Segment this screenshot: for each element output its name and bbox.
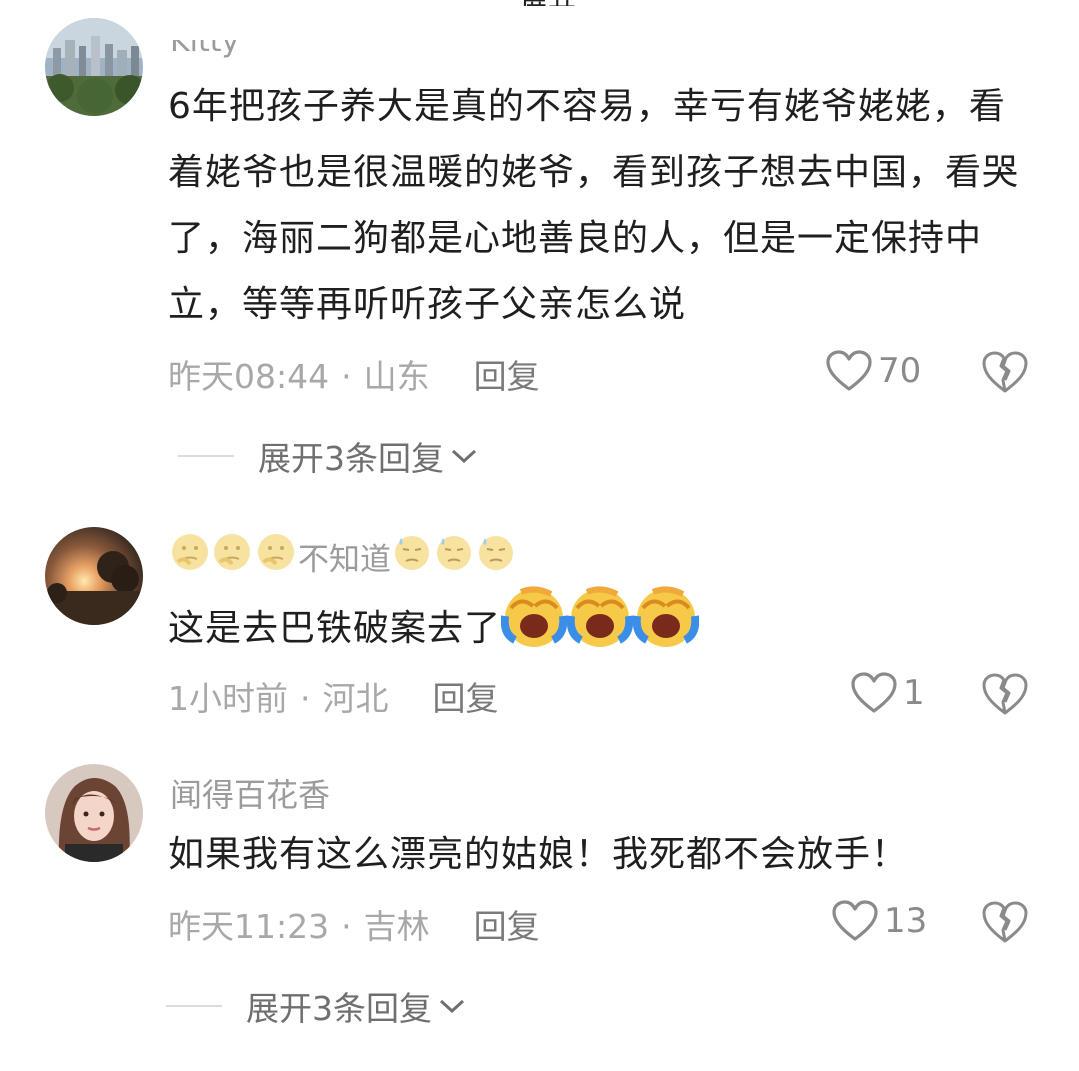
- username-text: 不知道: [298, 541, 391, 578]
- chevron-down-icon: [439, 999, 465, 1014]
- thinking-emoji: [170, 532, 210, 580]
- reply-button[interactable]: 回复: [474, 357, 540, 396]
- reply-button[interactable]: 回复: [433, 679, 499, 718]
- comment-meta: 昨天08:44 · 山东 回复: [168, 350, 540, 398]
- comment-meta: 1小时前 · 河北 回复: [168, 672, 499, 720]
- expand-replies-button[interactable]: 展开3条回复: [178, 432, 478, 480]
- comment-username[interactable]: Kitty: [170, 40, 239, 62]
- comment-text-body: 这是去巴铁破案去了: [168, 608, 502, 649]
- comment-location: 山东: [363, 357, 430, 396]
- like-count: 70: [878, 351, 922, 391]
- comment-time: 1小时前: [168, 679, 288, 718]
- comment-text: 这是去巴铁破案去了: [168, 586, 1038, 672]
- downcast-sweat-emoji: [391, 532, 433, 580]
- expand-divider-line: [178, 455, 234, 457]
- loudly-crying-laughing-emoji: [566, 586, 634, 672]
- meta-separator: ·: [341, 357, 352, 396]
- comment-location: 吉林: [363, 907, 430, 946]
- expand-replies-label: 展开3条回复: [258, 439, 444, 478]
- like-button[interactable]: 70: [826, 350, 921, 392]
- comment-location: 河北: [322, 679, 389, 718]
- expand-divider-line: [166, 1005, 222, 1007]
- avatar[interactable]: [45, 764, 143, 862]
- previous-section-cut-text: 展开: [520, 0, 620, 6]
- heart-icon: [832, 900, 878, 941]
- avatar[interactable]: [45, 18, 143, 116]
- like-button[interactable]: 13: [832, 900, 927, 942]
- meta-separator: ·: [300, 679, 311, 718]
- dislike-button[interactable]: [982, 900, 1028, 944]
- like-count: 1: [903, 673, 925, 713]
- comment-text: 如果我有这么漂亮的姑娘！我死都不会放手！: [168, 834, 909, 875]
- dislike-button[interactable]: [982, 672, 1028, 716]
- chevron-down-icon: [451, 449, 477, 464]
- like-button[interactable]: 1: [851, 672, 925, 714]
- heart-icon: [826, 350, 872, 391]
- comment-text: 6年把孩子养大是真的不容易，幸亏有姥爷姥姥，看着姥爷也是很温暖的姥爷，看到孩子想…: [168, 86, 1020, 325]
- expand-replies-label: 展开3条回复: [246, 989, 432, 1028]
- heart-icon: [851, 672, 897, 713]
- thinking-emoji: [254, 532, 298, 580]
- reply-button[interactable]: 回复: [474, 907, 540, 946]
- comment-meta: 昨天11:23 · 吉林 回复: [168, 900, 540, 948]
- broken-heart-icon: [982, 901, 1028, 943]
- expand-replies-button[interactable]: 展开3条回复: [166, 982, 466, 1030]
- comment-username[interactable]: 不知道: [170, 532, 517, 580]
- downcast-sweat-emoji: [433, 532, 475, 580]
- thinking-emoji: [210, 532, 254, 580]
- avatar[interactable]: [45, 527, 143, 625]
- comment-time: 昨天08:44: [168, 357, 330, 396]
- loudly-crying-laughing-emoji: [632, 586, 700, 672]
- broken-heart-icon: [982, 351, 1028, 393]
- broken-heart-icon: [982, 673, 1028, 715]
- comment-username[interactable]: 闻得百花香: [170, 770, 330, 816]
- dislike-button[interactable]: [982, 350, 1028, 394]
- downcast-sweat-emoji: [475, 532, 517, 580]
- loudly-crying-laughing-emoji: [500, 586, 568, 672]
- meta-separator: ·: [341, 907, 352, 946]
- comment-time: 昨天11:23: [168, 907, 330, 946]
- like-count: 13: [884, 901, 928, 941]
